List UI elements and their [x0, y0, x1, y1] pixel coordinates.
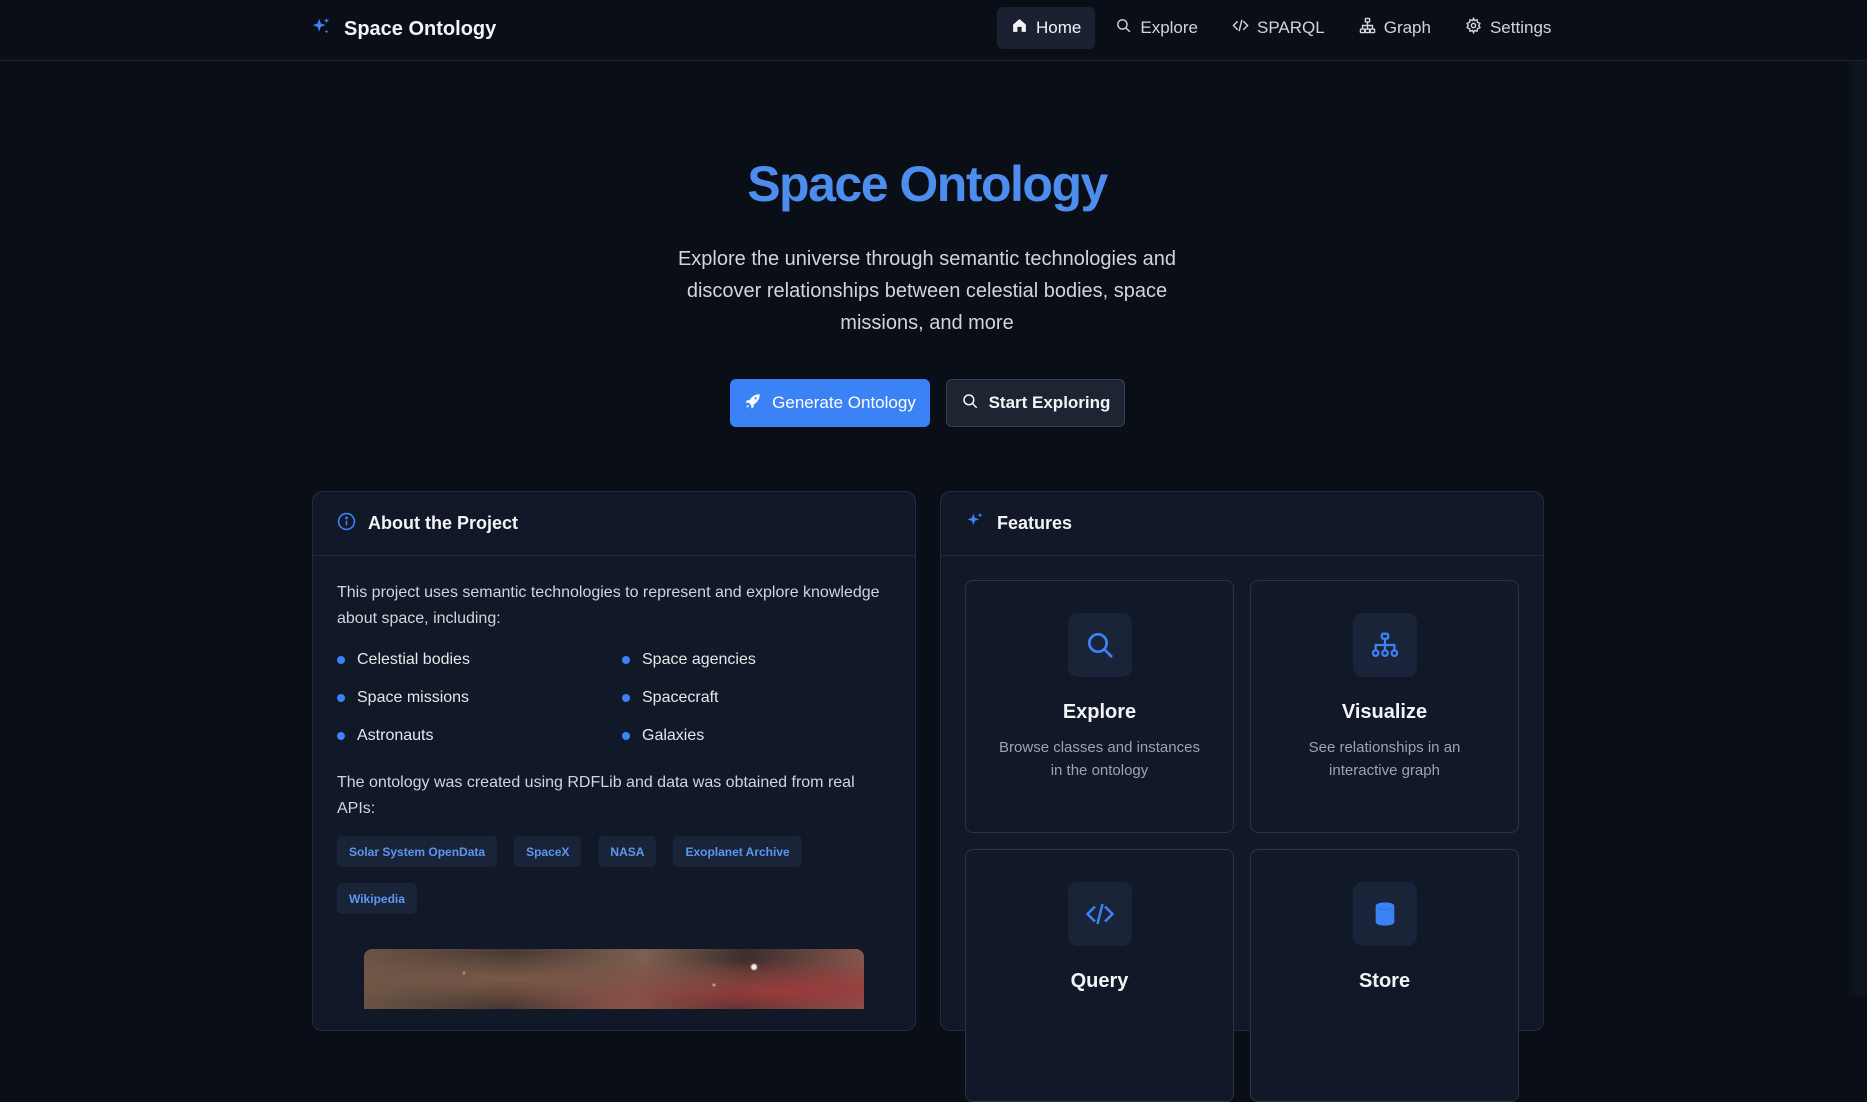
bullet-dot [337, 656, 345, 664]
feature-store[interactable]: Store [1250, 849, 1519, 1102]
start-exploring-label: Start Exploring [988, 393, 1111, 412]
rocket-icon [744, 392, 762, 415]
source-tag: Exoplanet Archive [673, 836, 802, 867]
features-card-header: Features [941, 492, 1543, 556]
nav-settings-label: Settings [1489, 18, 1552, 37]
list-item-label: Astronauts [357, 727, 434, 744]
about-card: About the Project This project uses sema… [312, 491, 916, 1031]
sparkles-icon [310, 16, 332, 43]
brand[interactable]: Space Ontology [310, 14, 496, 44]
feature-explore[interactable]: Explore Browse classes and instances in … [965, 580, 1234, 833]
features-title: Features [997, 513, 1073, 533]
source-tag: SpaceX [514, 836, 582, 867]
database-icon [1352, 882, 1417, 946]
search-icon [1067, 613, 1132, 677]
source-tag: NASA [598, 836, 657, 867]
about-intro: This project uses semantic technologies … [337, 584, 880, 627]
about-body: This project uses semantic technologies … [313, 556, 915, 914]
feature-title: Store [1358, 970, 1411, 992]
list-item-label: Space missions [357, 689, 470, 706]
source-tag: Solar System OpenData [337, 836, 498, 867]
feature-title: Query [1070, 970, 1129, 992]
list-item: Galaxies [622, 724, 872, 748]
nav-explore[interactable]: Explore [1101, 7, 1212, 49]
feature-title: Visualize [1341, 701, 1428, 723]
nav-home-label: Home [1036, 18, 1082, 37]
code-icon [1067, 882, 1132, 946]
network-icon [1359, 17, 1376, 39]
about-sources-text: The ontology was created using RDFLib an… [337, 774, 855, 817]
bullet-dot [622, 732, 630, 740]
list-item: Astronauts [337, 724, 622, 748]
feature-visualize[interactable]: Visualize See relationships in an intera… [1250, 580, 1519, 833]
generate-ontology-label: Generate Ontology [772, 393, 916, 412]
home-icon [1011, 17, 1028, 39]
list-item-label: Galaxies [642, 727, 705, 744]
feature-query[interactable]: Query [965, 849, 1234, 1102]
features-grid: Explore Browse classes and instances in … [965, 580, 1519, 1102]
search-icon [1115, 17, 1132, 39]
nav-explore-label: Explore [1140, 18, 1198, 37]
list-item-label: Space agencies [642, 651, 756, 668]
source-tag: Wikipedia [337, 883, 417, 914]
nav-sparql-label: SPARQL [1257, 18, 1325, 37]
list-item: Space agencies [622, 648, 872, 672]
scrollbar-track[interactable] [1849, 0, 1867, 996]
info-icon [337, 512, 356, 536]
about-card-header: About the Project [313, 492, 915, 556]
features-card: Features Explore Browse classes and inst… [940, 491, 1544, 1102]
code-icon [1232, 17, 1249, 39]
nav-home[interactable]: Home [997, 7, 1096, 49]
list-item-label: Celestial bodies [357, 651, 470, 668]
bullet-dot [622, 694, 630, 702]
scrollbar-thumb[interactable] [1853, 0, 1863, 996]
start-exploring-button[interactable]: Start Exploring [946, 379, 1125, 427]
network-icon [1352, 613, 1417, 677]
nav-links: Home Explore SPARQL Graph Settings [997, 7, 1565, 49]
list-item-label: Spacecraft [642, 689, 719, 706]
galaxy-image [364, 949, 864, 1009]
nav-graph-label: Graph [1383, 18, 1431, 37]
bullet-dot [622, 656, 630, 664]
feature-description: Browse classes and instances in the onto… [999, 739, 1200, 779]
gear-icon [1465, 16, 1482, 39]
list-item: Celestial bodies [337, 648, 622, 672]
list-item: Space missions [337, 686, 622, 710]
nav-graph[interactable]: Graph [1345, 7, 1445, 49]
hero-subtitle: Explore the universe through semantic te… [677, 248, 1177, 334]
bullet-dot [337, 694, 345, 702]
nav-settings[interactable]: Settings [1451, 7, 1565, 49]
brand-title: Space Ontology [344, 17, 497, 40]
search-icon [961, 392, 979, 415]
topic-list: Celestial bodies Space agencies Space mi… [337, 648, 891, 748]
navbar: Space Ontology Home Explore SPARQL Graph [0, 0, 1867, 61]
feature-title: Explore [1062, 701, 1137, 723]
generate-ontology-button[interactable]: Generate Ontology [730, 379, 930, 427]
sparkles-icon [965, 511, 985, 536]
hero-title: Space Ontology [747, 156, 1108, 212]
feature-description: See relationships in an interactive grap… [1308, 739, 1461, 779]
about-title: About the Project [368, 513, 519, 533]
bullet-dot [337, 732, 345, 740]
list-item: Spacecraft [622, 686, 872, 710]
nav-sparql[interactable]: SPARQL [1218, 7, 1339, 49]
source-tags: Solar System OpenData SpaceX NASA Exopla… [337, 836, 877, 914]
